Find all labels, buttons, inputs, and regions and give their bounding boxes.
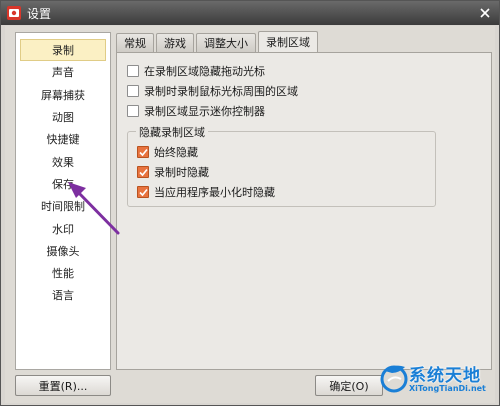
always-hide-option[interactable]: 始终隐藏	[137, 144, 198, 160]
app-icon	[7, 6, 21, 20]
group-title: 隐藏录制区域	[136, 124, 208, 140]
hide-record-area-group: 隐藏录制区域 始终隐藏 录制时隐藏 当应用程序最小化时隐藏	[127, 124, 436, 207]
check-icon	[138, 168, 148, 176]
sidebar-item-webcam[interactable]: 摄像头	[20, 240, 106, 262]
mini-controller-label: 录制区域显示迷你控制器	[144, 105, 265, 118]
sidebar-item-save[interactable]: 保存	[20, 173, 106, 195]
sidebar-item-record[interactable]: 录制	[20, 39, 106, 62]
window-title: 设置	[27, 6, 52, 21]
ok-button[interactable]: 确定(O)	[315, 375, 383, 396]
tab-record-area[interactable]: 录制区域	[258, 31, 318, 52]
dialog-body: 录制 声音 屏幕捕获 动图 快捷键 效果 保存 时间限制 水印 摄像头 性能 语…	[5, 26, 495, 403]
tab-resize[interactable]: 调整大小	[196, 33, 256, 52]
always-hide-checkbox[interactable]	[137, 146, 149, 158]
hide-cursor-option[interactable]: 在录制区域隐藏拖动光标	[127, 63, 265, 79]
sidebar-item-effects[interactable]: 效果	[20, 150, 106, 172]
sidebar-item-language[interactable]: 语言	[20, 284, 106, 306]
sidebar-item-gif[interactable]: 动图	[20, 106, 106, 128]
watermark-logo-icon	[380, 365, 408, 393]
watermark-cn-text: 系统天地	[409, 366, 481, 386]
check-icon	[138, 188, 148, 196]
hide-cursor-checkbox[interactable]	[127, 65, 139, 77]
settings-category-list: 录制 声音 屏幕捕获 动图 快捷键 效果 保存 时间限制 水印 摄像头 性能 语…	[15, 32, 111, 370]
sidebar-item-performance[interactable]: 性能	[20, 262, 106, 284]
settings-window: 设置 录制 声音 屏幕捕获 动图 快捷键 效果 保存 时间限制 水印 摄像头 性…	[0, 0, 500, 406]
record-area-panel: 在录制区域隐藏拖动光标 录制时录制鼠标光标周围的区域 录制区域显示迷你控制器 隐…	[116, 52, 492, 370]
tab-game[interactable]: 游戏	[156, 33, 194, 52]
check-icon	[138, 148, 148, 156]
hide-when-recording-option[interactable]: 录制时隐藏	[137, 164, 209, 180]
sidebar-item-sound[interactable]: 声音	[20, 61, 106, 83]
hide-when-minimized-option[interactable]: 当应用程序最小化时隐藏	[137, 184, 275, 200]
always-hide-label: 始终隐藏	[154, 146, 198, 159]
hide-when-recording-checkbox[interactable]	[137, 166, 149, 178]
sidebar-item-screen-capture[interactable]: 屏幕捕获	[20, 84, 106, 106]
hide-cursor-label: 在录制区域隐藏拖动光标	[144, 65, 265, 78]
record-cursor-area-checkbox[interactable]	[127, 85, 139, 97]
hide-when-minimized-checkbox[interactable]	[137, 186, 149, 198]
mini-controller-checkbox[interactable]	[127, 105, 139, 117]
sidebar-item-watermark[interactable]: 水印	[20, 217, 106, 239]
hide-when-recording-label: 录制时隐藏	[154, 166, 209, 179]
tab-general[interactable]: 常规	[116, 33, 154, 52]
reset-button[interactable]: 重置(R)...	[15, 375, 111, 396]
title-bar[interactable]: 设置	[1, 1, 499, 25]
close-icon[interactable]	[475, 4, 495, 21]
record-cursor-area-option[interactable]: 录制时录制鼠标光标周围的区域	[127, 83, 298, 99]
hide-when-minimized-label: 当应用程序最小化时隐藏	[154, 186, 275, 199]
tab-bar: 常规 游戏 调整大小 录制区域	[116, 31, 320, 52]
watermark-en-text: XiTongTianDi.net	[409, 384, 486, 393]
sidebar-item-hotkeys[interactable]: 快捷键	[20, 128, 106, 150]
record-cursor-area-label: 录制时录制鼠标光标周围的区域	[144, 85, 298, 98]
sidebar-item-time-limit[interactable]: 时间限制	[20, 195, 106, 217]
mini-controller-option[interactable]: 录制区域显示迷你控制器	[127, 103, 265, 119]
site-watermark: 系统天地 XiTongTianDi.net	[379, 359, 497, 403]
